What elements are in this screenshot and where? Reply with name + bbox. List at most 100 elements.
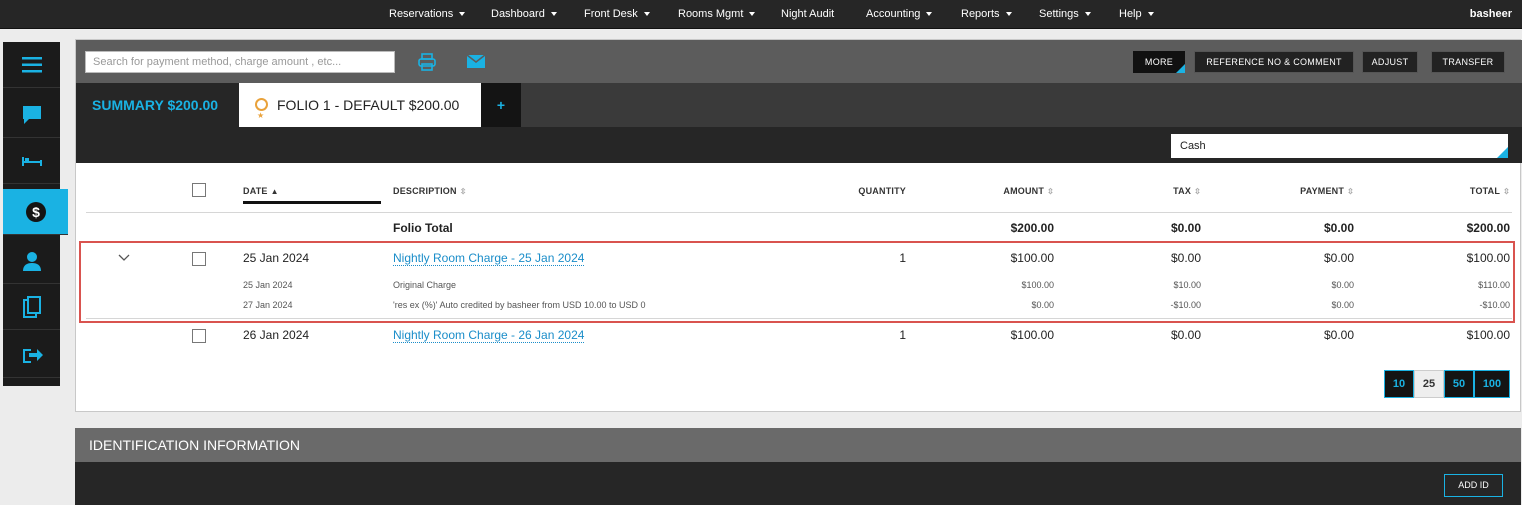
row-date: 26 Jan 2024 <box>243 328 310 342</box>
email-icon[interactable] <box>467 55 485 68</box>
date-sort-underline <box>243 201 381 204</box>
reference-comment-button[interactable]: REFERENCE NO & COMMENT <box>1194 51 1354 73</box>
corner-accent <box>1176 64 1185 73</box>
nav-accounting[interactable]: Accounting <box>866 0 933 29</box>
sort-icon: ⇳ <box>1194 187 1201 196</box>
sidebar-bed-button[interactable] <box>3 138 60 184</box>
row-description-link[interactable]: Nightly Room Charge - 26 Jan 2024 <box>393 328 585 343</box>
folio-total-tax: $0.00 <box>1170 221 1201 235</box>
caret-down-icon <box>550 12 557 17</box>
user-menu[interactable]: basheer <box>1470 0 1512 29</box>
search-input[interactable] <box>85 51 395 73</box>
person-icon <box>22 251 41 271</box>
sort-icon: ⇳ <box>1347 187 1354 196</box>
page-size-100[interactable]: 100 <box>1474 370 1510 398</box>
page-size-50[interactable]: 50 <box>1444 370 1474 398</box>
row-description-label: Nightly Room Charge - 25 Jan 2024 <box>393 251 585 266</box>
detail-payment: $0.00 <box>1331 300 1354 310</box>
row-description-link[interactable]: Nightly Room Charge - 25 Jan 2024 <box>393 251 585 266</box>
detail-description: 'res ex (%)' Auto credited by basheer fr… <box>393 300 646 310</box>
add-folio-button[interactable]: + <box>481 83 521 127</box>
nav-label: Reports <box>961 8 1000 20</box>
header-date[interactable]: DATE ▲ <box>243 186 279 196</box>
header-quantity: QUANTITY <box>858 186 906 196</box>
payment-method-select[interactable]: Cash <box>1171 134 1508 158</box>
detail-date: 27 Jan 2024 <box>243 300 293 310</box>
page-size-10[interactable]: 10 <box>1384 370 1414 398</box>
folio-tabs: SUMMARY $200.00 FOLIO 1 - DEFAULT $200.0… <box>76 83 1522 138</box>
nav-help[interactable]: Help <box>1119 0 1154 29</box>
sidebar-menu-button[interactable] <box>3 42 60 88</box>
row-tax: $0.00 <box>1170 328 1201 342</box>
nav-reports[interactable]: Reports <box>961 0 1012 29</box>
row-checkbox[interactable] <box>192 252 206 266</box>
adjust-button[interactable]: ADJUST <box>1362 51 1418 73</box>
detail-tax: $10.00 <box>1173 280 1201 290</box>
header-description[interactable]: DESCRIPTION ⇳ <box>393 186 467 196</box>
row-amount: $100.00 <box>1010 328 1054 342</box>
header-tax[interactable]: TAX ⇳ <box>1101 186 1201 196</box>
folio-panel: MORE REFERENCE NO & COMMENT ADJUST TRANS… <box>75 39 1522 412</box>
sort-asc-icon: ▲ <box>270 187 279 196</box>
nav-label: Accounting <box>866 8 921 20</box>
nav-rooms-mgmt[interactable]: Rooms Mgmt <box>678 0 756 29</box>
transfer-button[interactable]: TRANSFER <box>1431 51 1505 73</box>
row-payment: $0.00 <box>1323 251 1354 265</box>
caret-down-icon <box>643 12 650 17</box>
more-button[interactable]: MORE <box>1133 51 1185 73</box>
identification-header: IDENTIFICATION INFORMATION <box>75 428 1521 462</box>
more-label: MORE <box>1144 57 1174 67</box>
select-all-checkbox[interactable] <box>192 183 206 197</box>
sort-icon: ⇳ <box>1503 187 1510 196</box>
print-icon[interactable] <box>418 53 436 71</box>
add-id-button[interactable]: ADD ID <box>1444 474 1503 497</box>
nav-label: Dashboard <box>491 8 545 20</box>
nav-front-desk[interactable]: Front Desk <box>584 0 650 29</box>
caret-down-icon <box>1084 12 1091 17</box>
row-checkbox[interactable] <box>192 329 206 343</box>
nav-reservations[interactable]: Reservations <box>389 0 466 29</box>
header-total[interactable]: TOTAL ⇳ <box>1400 186 1510 196</box>
detail-amount: $100.00 <box>1021 280 1054 290</box>
bed-icon <box>21 156 42 166</box>
tab-summary[interactable]: SUMMARY $200.00 <box>76 83 239 127</box>
divider <box>86 318 1512 319</box>
row-payment: $0.00 <box>1323 328 1354 342</box>
detail-tax: -$10.00 <box>1170 300 1201 310</box>
row-total: $100.00 <box>1466 251 1510 265</box>
caret-down-icon <box>749 12 756 17</box>
tab-folio-label: FOLIO 1 - DEFAULT $200.00 <box>277 97 460 113</box>
folio-total-total: $200.00 <box>1466 221 1510 235</box>
sidebar-billing-button[interactable]: $ <box>3 189 68 235</box>
row-amount: $100.00 <box>1010 251 1054 265</box>
sort-icon: ⇳ <box>459 187 467 196</box>
detail-description: Original Charge <box>393 280 457 290</box>
checkout-icon <box>22 348 43 363</box>
chevron-down-icon[interactable] <box>118 254 130 262</box>
folio-toolbar: MORE REFERENCE NO & COMMENT ADJUST TRANS… <box>76 40 1522 83</box>
payment-method-value: Cash <box>1180 140 1206 152</box>
nav-label: Front Desk <box>584 8 638 20</box>
top-navigation: Reservations Dashboard Front Desk Rooms … <box>0 0 1522 29</box>
header-payment[interactable]: PAYMENT ⇳ <box>1246 186 1354 196</box>
nav-dashboard[interactable]: Dashboard <box>491 0 557 29</box>
sort-icon: ⇳ <box>1047 187 1054 196</box>
row-quantity: 1 <box>899 251 906 265</box>
sidebar-chat-button[interactable] <box>3 92 60 138</box>
sidebar-checkout-button[interactable] <box>3 332 60 378</box>
page-size-25[interactable]: 25 <box>1414 370 1444 398</box>
sidebar-documents-button[interactable] <box>3 284 60 330</box>
row-description-label: Nightly Room Charge - 26 Jan 2024 <box>393 328 585 343</box>
corner-accent <box>1497 147 1508 158</box>
detail-payment: $0.00 <box>1331 280 1354 290</box>
nav-settings[interactable]: Settings <box>1039 0 1091 29</box>
nav-night-audit[interactable]: Night Audit <box>781 0 834 29</box>
svg-text:$: $ <box>32 204 40 220</box>
sidebar-guest-button[interactable] <box>3 238 60 284</box>
tab-folio-1[interactable]: FOLIO 1 - DEFAULT $200.00 <box>239 83 481 138</box>
header-amount[interactable]: AMOUNT ⇳ <box>954 186 1054 196</box>
filter-bar: Cash <box>76 127 1522 163</box>
nav-label: Help <box>1119 8 1142 20</box>
chat-icon <box>22 105 41 124</box>
detail-amount: $0.00 <box>1031 300 1054 310</box>
